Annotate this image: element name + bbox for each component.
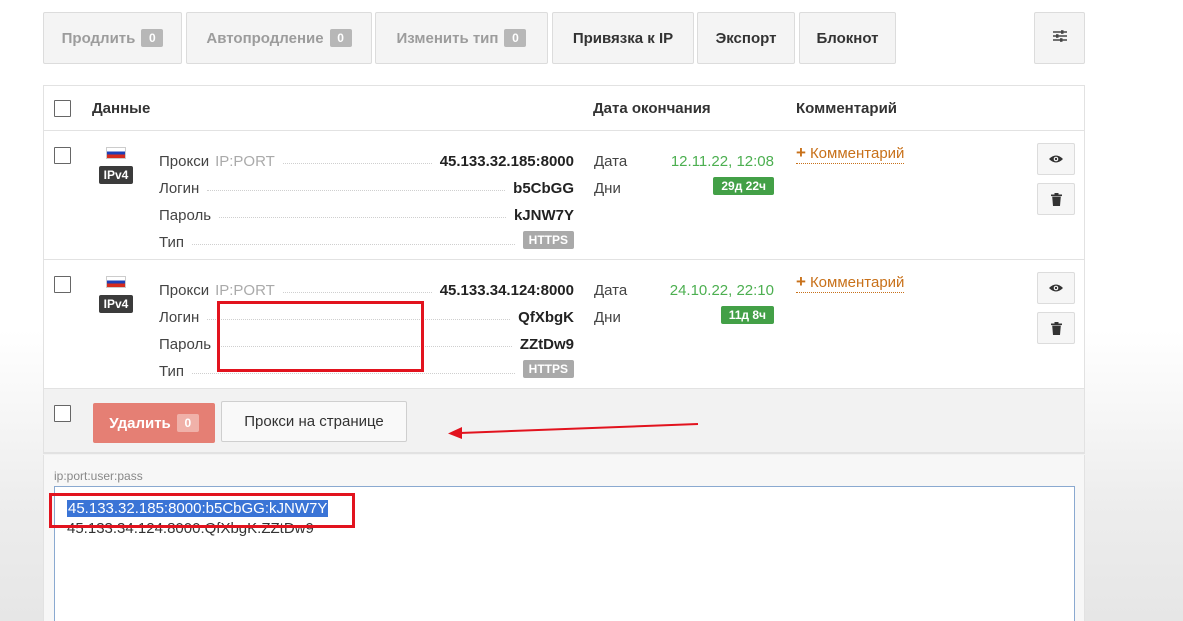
proxy-label: Прокси: [159, 153, 210, 170]
proxy-value[interactable]: 45.133.34.124:8000: [440, 282, 574, 299]
toolbar: Продлить 0 Автопродление 0 Изменить тип …: [43, 12, 1085, 64]
change-type-button[interactable]: Изменить тип 0: [375, 12, 548, 64]
table-row: IPv4 Прокси IP:PORT 45.133.34.124:8000 Л…: [44, 260, 1084, 389]
type-badge: HTTPS: [522, 231, 574, 249]
header-comment: Комментарий: [796, 100, 898, 117]
sliders-icon: [1052, 29, 1068, 47]
select-all-bottom-checkbox[interactable]: [54, 405, 71, 422]
table-row: IPv4 Прокси IP:PORT 45.133.32.185:8000 Л…: [44, 131, 1084, 260]
eye-icon: [1049, 284, 1063, 292]
login-value[interactable]: b5CbGG: [513, 180, 574, 197]
notepad-button[interactable]: Блокнот: [799, 12, 896, 64]
end-date-info: Дата 12.11.22, 12:08 Дни 29д 22ч: [594, 143, 774, 197]
page-proxies-button[interactable]: Прокси на странице: [221, 401, 407, 442]
row-actions: [1037, 272, 1075, 344]
bind-ip-label: Привязка к IP: [572, 29, 674, 47]
proxy-hint: IP:PORT: [215, 153, 275, 170]
proxy-value[interactable]: 45.133.32.185:8000: [440, 153, 574, 170]
row-checkbox[interactable]: [54, 276, 71, 293]
export-panel: ip:port:user:pass 45.133.32.185:8000:b5C…: [43, 455, 1085, 621]
export-textarea[interactable]: 45.133.32.185:8000:b5CbGG:kJNW7Y 45.133.…: [54, 486, 1075, 621]
autorenew-count: 0: [329, 29, 352, 47]
comment-cell: + Комментарий: [796, 272, 905, 293]
type-badge: HTTPS: [522, 360, 574, 378]
password-value[interactable]: ZZtDw9: [520, 336, 574, 353]
row-checkbox[interactable]: [54, 147, 71, 164]
delete-row-button[interactable]: [1037, 312, 1075, 344]
proxy-table: Данные Дата окончания Комментарий IPv4 П…: [43, 85, 1085, 454]
notepad-label: Блокнот: [816, 29, 879, 47]
header-end-date[interactable]: Дата окончания: [593, 86, 711, 131]
extend-button[interactable]: Продлить 0: [43, 12, 182, 64]
password-label: Пароль: [159, 207, 212, 224]
autorenew-label: Автопродление: [206, 29, 324, 47]
extend-count: 0: [141, 29, 164, 47]
login-value[interactable]: QfXbgK: [518, 309, 574, 326]
days-remaining-badge: 11д 8ч: [720, 306, 774, 324]
extend-label: Продлить: [61, 29, 136, 47]
delete-label: Удалить: [109, 414, 171, 432]
export-line: 45.133.34.124:8000:QfXbgK:ZZtDw9: [67, 520, 314, 537]
view-button[interactable]: [1037, 272, 1075, 304]
export-line-selected: 45.133.32.185:8000:b5CbGG:kJNW7Y: [67, 500, 329, 517]
proxy-meta: IPv4: [94, 147, 138, 184]
arrow-annotation: [448, 423, 699, 439]
export-format-label: ip:port:user:pass: [54, 469, 143, 483]
ip-version-badge: IPv4: [98, 166, 134, 184]
plus-icon: +: [796, 143, 806, 162]
type-label: Тип: [159, 363, 185, 380]
add-comment-link[interactable]: + Комментарий: [796, 143, 905, 164]
password-value[interactable]: kJNW7Y: [514, 207, 574, 224]
date-value: 12.11.22, 12:08: [670, 153, 774, 170]
view-button[interactable]: [1037, 143, 1075, 175]
type-label: Тип: [159, 234, 185, 251]
add-comment-label: Комментарий: [809, 144, 905, 162]
column-settings-button[interactable]: [1034, 12, 1085, 64]
proxy-data: Прокси IP:PORT 45.133.32.185:8000 Логин …: [159, 143, 574, 251]
proxy-meta: IPv4: [94, 276, 138, 313]
export-button[interactable]: Экспорт: [697, 12, 795, 64]
add-comment-label: Комментарий: [809, 273, 905, 291]
date-value: 24.10.22, 22:10: [669, 282, 774, 299]
delete-row-button[interactable]: [1037, 183, 1075, 215]
login-label: Логин: [159, 180, 200, 197]
date-label: Дата: [594, 153, 628, 170]
change-type-count: 0: [504, 29, 527, 47]
table-header: Данные Дата окончания Комментарий: [44, 86, 1084, 131]
login-label: Логин: [159, 309, 200, 326]
ru-flag-icon: [106, 276, 126, 288]
ru-flag-icon: [106, 147, 126, 159]
header-data: Данные: [92, 100, 151, 117]
proxy-data: Прокси IP:PORT 45.133.34.124:8000 Логин …: [159, 272, 574, 380]
ip-version-badge: IPv4: [98, 295, 134, 313]
bind-ip-button[interactable]: Привязка к IP: [552, 12, 694, 64]
export-label: Экспорт: [715, 29, 777, 47]
delete-selected-button[interactable]: Удалить 0: [93, 403, 215, 443]
proxy-hint: IP:PORT: [215, 282, 275, 299]
autorenew-button[interactable]: Автопродление 0: [186, 12, 372, 64]
days-label: Дни: [594, 180, 621, 197]
date-label: Дата: [594, 282, 628, 299]
delete-count: 0: [176, 414, 199, 432]
password-label: Пароль: [159, 336, 212, 353]
eye-icon: [1049, 155, 1063, 163]
proxy-label: Прокси: [159, 282, 210, 299]
row-actions: [1037, 143, 1075, 215]
add-comment-link[interactable]: + Комментарий: [796, 272, 905, 293]
change-type-label: Изменить тип: [396, 29, 499, 47]
days-label: Дни: [594, 309, 621, 326]
trash-icon: [1050, 192, 1062, 206]
days-remaining-badge: 29д 22ч: [713, 177, 774, 195]
plus-icon: +: [796, 272, 806, 291]
trash-icon: [1050, 321, 1062, 335]
select-all-checkbox[interactable]: [54, 100, 71, 117]
end-date-info: Дата 24.10.22, 22:10 Дни 11д 8ч: [594, 272, 774, 326]
select-all-checkbox-cell: [54, 86, 71, 131]
comment-cell: + Комментарий: [796, 143, 905, 164]
